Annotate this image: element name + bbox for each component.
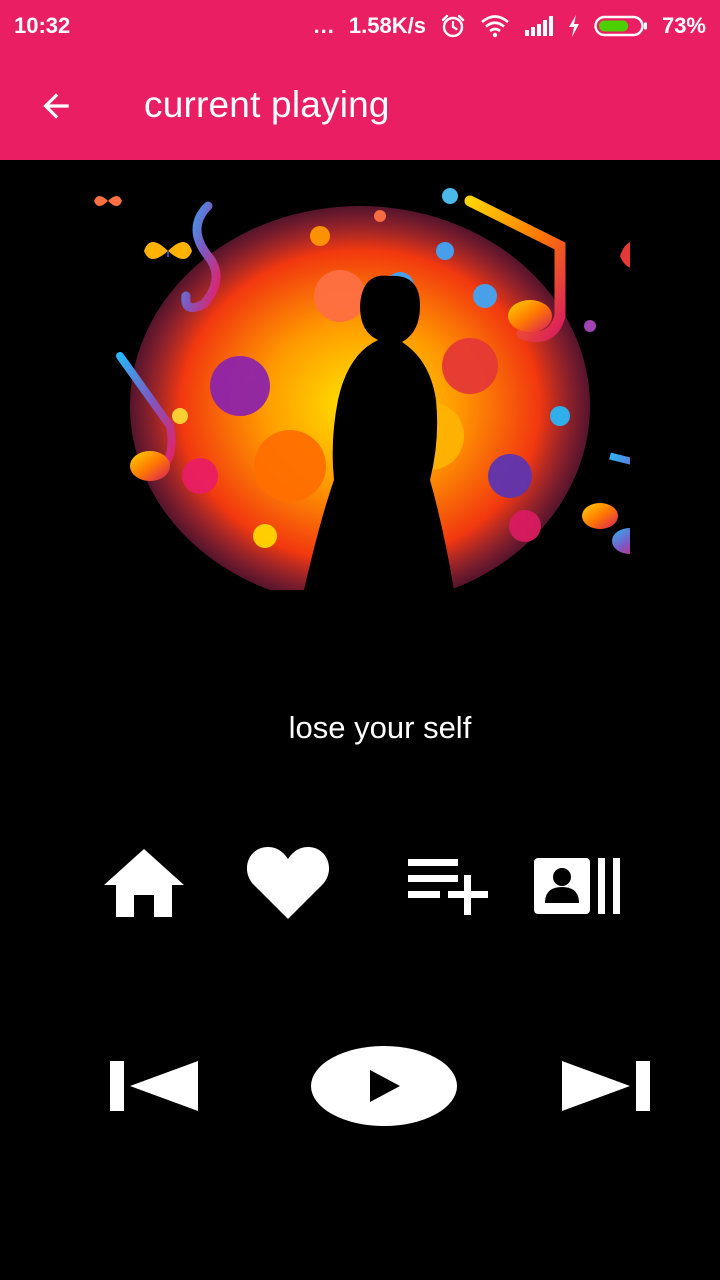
wifi-icon [480, 14, 510, 38]
add-to-playlist-button[interactable] [404, 852, 492, 918]
play-button[interactable] [306, 1043, 462, 1129]
favorite-button[interactable] [244, 845, 332, 921]
skip-next-icon [562, 1061, 650, 1111]
status-bar: 10:32 ... 1.58K/s 73% [0, 0, 720, 52]
alarm-icon [440, 13, 466, 39]
app-bar: current playing [0, 52, 720, 160]
battery-icon [594, 14, 648, 38]
playlist-add-icon [408, 859, 488, 915]
home-icon [104, 849, 184, 917]
status-net-speed: 1.58K/s [348, 13, 426, 38]
skip-previous-icon [110, 1061, 198, 1111]
contact-card-icon [534, 858, 620, 914]
status-more: ... [313, 13, 335, 38]
home-button[interactable] [100, 845, 188, 921]
charging-icon [568, 15, 580, 37]
previous-button[interactable] [100, 1055, 204, 1117]
album-art [90, 176, 630, 590]
contacts-button[interactable] [530, 852, 626, 918]
back-button[interactable] [30, 80, 82, 132]
next-button[interactable] [556, 1055, 660, 1117]
arrow-back-icon [43, 93, 69, 119]
status-time: 10:32 [14, 13, 71, 38]
play-icon [311, 1046, 457, 1126]
battery-percent: 73% [661, 13, 706, 38]
signal-icon [524, 14, 554, 38]
heart-icon [246, 847, 330, 919]
music-player-screen: 10:32 ... 1.58K/s 73% current playing lo… [0, 0, 720, 1280]
song-title: lose your self [288, 710, 472, 745]
page-title: current playing [144, 84, 390, 125]
